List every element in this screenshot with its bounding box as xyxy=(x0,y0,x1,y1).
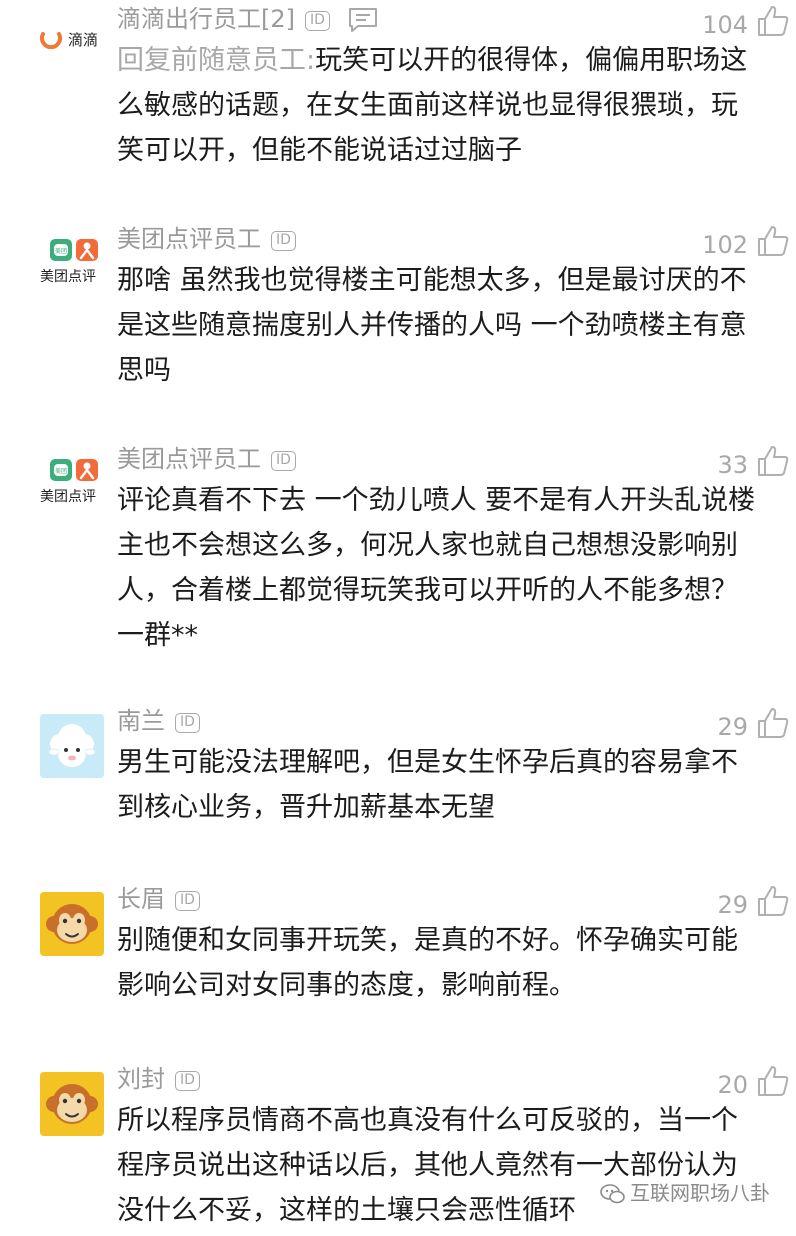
sheep-avatar-icon[interactable] xyxy=(40,714,104,778)
brand-name: 美团点评 xyxy=(40,489,96,505)
brand-badge: 美团 xyxy=(55,247,67,255)
comment-text: 别随便和女同事开玩笑，是真的不好。怀孕确实可能影响公司对女同事的态度，影响前程。 xyxy=(117,925,738,1001)
brand-badge: 美团 xyxy=(55,467,67,475)
thumbs-up-icon[interactable] xyxy=(756,884,790,918)
like-count: 33 xyxy=(717,451,748,479)
thumbs-up-icon[interactable] xyxy=(756,4,790,38)
username-text[interactable]: 美团点评员工 xyxy=(117,445,261,473)
id-badge: ID xyxy=(175,1071,200,1091)
wechat-logo-icon xyxy=(600,1183,626,1211)
reply-prefix[interactable]: 回复前随意员工: xyxy=(117,45,315,76)
like-count: 104 xyxy=(702,11,748,39)
comment-text: 男生可能没法理解吧，但是女生怀孕后真的容易拿不到核心业务，晋升加薪基本无望 xyxy=(117,747,738,823)
comment-text: 评论真看不下去 一个劲儿喷人 要不是有人开头乱说楼主也不会想这么多，何况人家也就… xyxy=(117,485,756,651)
username-text[interactable]: 美团点评员工 xyxy=(117,225,261,253)
monkey-avatar-icon[interactable] xyxy=(40,1072,104,1136)
username[interactable]: 长眉 ID xyxy=(117,880,200,918)
username-text[interactable]: 刘封 xyxy=(117,1065,165,1093)
username[interactable]: 南兰 ID xyxy=(117,702,200,740)
id-badge: ID xyxy=(175,891,200,911)
id-badge: ID xyxy=(175,713,200,733)
brand-name: 滴滴 xyxy=(68,31,99,49)
meituan-dianping-logo-icon[interactable]: 美团 美团点评 xyxy=(40,236,106,286)
comment-item: 滴滴 滴滴出行员工[2] ID 104 回复前随意员工:玩笑可以开的很得体，偏偏用… xyxy=(0,0,796,200)
username[interactable]: 刘封 ID xyxy=(117,1060,200,1098)
id-badge: ID xyxy=(271,451,296,471)
comment-text: 那啥 虽然我也觉得楼主可能想太多，但是最讨厌的不是这些随意揣度别人并传播的人吗 … xyxy=(117,265,747,386)
like-count: 29 xyxy=(717,713,748,741)
didi-logo-icon[interactable]: 滴滴 xyxy=(40,26,106,52)
monkey-avatar-icon[interactable] xyxy=(40,892,104,956)
username[interactable]: 美团点评员工 ID xyxy=(117,440,296,478)
meituan-dianping-logo-icon[interactable]: 美团 美团点评 xyxy=(40,456,106,506)
comment-item: 美团 美团点评 美团点评员工 ID 102 那啥 虽然我也觉得楼主可能想太多，但是… xyxy=(0,220,796,420)
comment-item: 长眉 ID 29 别随便和女同事开玩笑，是真的不好。怀孕确实可能影响公司对女同事的… xyxy=(0,880,796,1040)
username-text[interactable]: 长眉 xyxy=(117,885,165,913)
comment-item: 美团 美团点评 美团点评员工 ID 33 评论真看不下去 一个劲儿喷人 要不是有人… xyxy=(0,440,796,680)
like-count: 29 xyxy=(717,891,748,919)
id-badge: ID xyxy=(271,231,296,251)
brand-name: 美团点评 xyxy=(40,269,96,285)
watermark-text: 互联网职场八卦 xyxy=(630,1181,770,1205)
username-text[interactable]: 滴滴出行员工[2] xyxy=(117,5,295,33)
watermark: 互联网职场八卦 xyxy=(600,1180,770,1211)
username-text[interactable]: 南兰 xyxy=(117,707,165,735)
thumbs-up-icon[interactable] xyxy=(756,444,790,478)
thumbs-up-icon[interactable] xyxy=(756,1064,790,1098)
like-count: 102 xyxy=(702,231,748,259)
comment-item: 南兰 ID 29 男生可能没法理解吧，但是女生怀孕后真的容易拿不到核心业务，晋升加… xyxy=(0,702,796,862)
thumbs-up-icon[interactable] xyxy=(756,224,790,258)
thumbs-up-icon[interactable] xyxy=(756,706,790,740)
like-count: 20 xyxy=(717,1071,748,1099)
comment-text: 所以程序员情商不高也真没有什么可反驳的，当一个程序员说出这种话以后，其他人竟然有… xyxy=(117,1105,738,1226)
comment-text: 回复前随意员工:玩笑可以开的很得体，偏偏用职场这么敏感的话题，在女生面前这样说也… xyxy=(117,38,757,173)
username[interactable]: 美团点评员工 ID xyxy=(117,220,296,258)
id-badge: ID xyxy=(305,11,330,31)
